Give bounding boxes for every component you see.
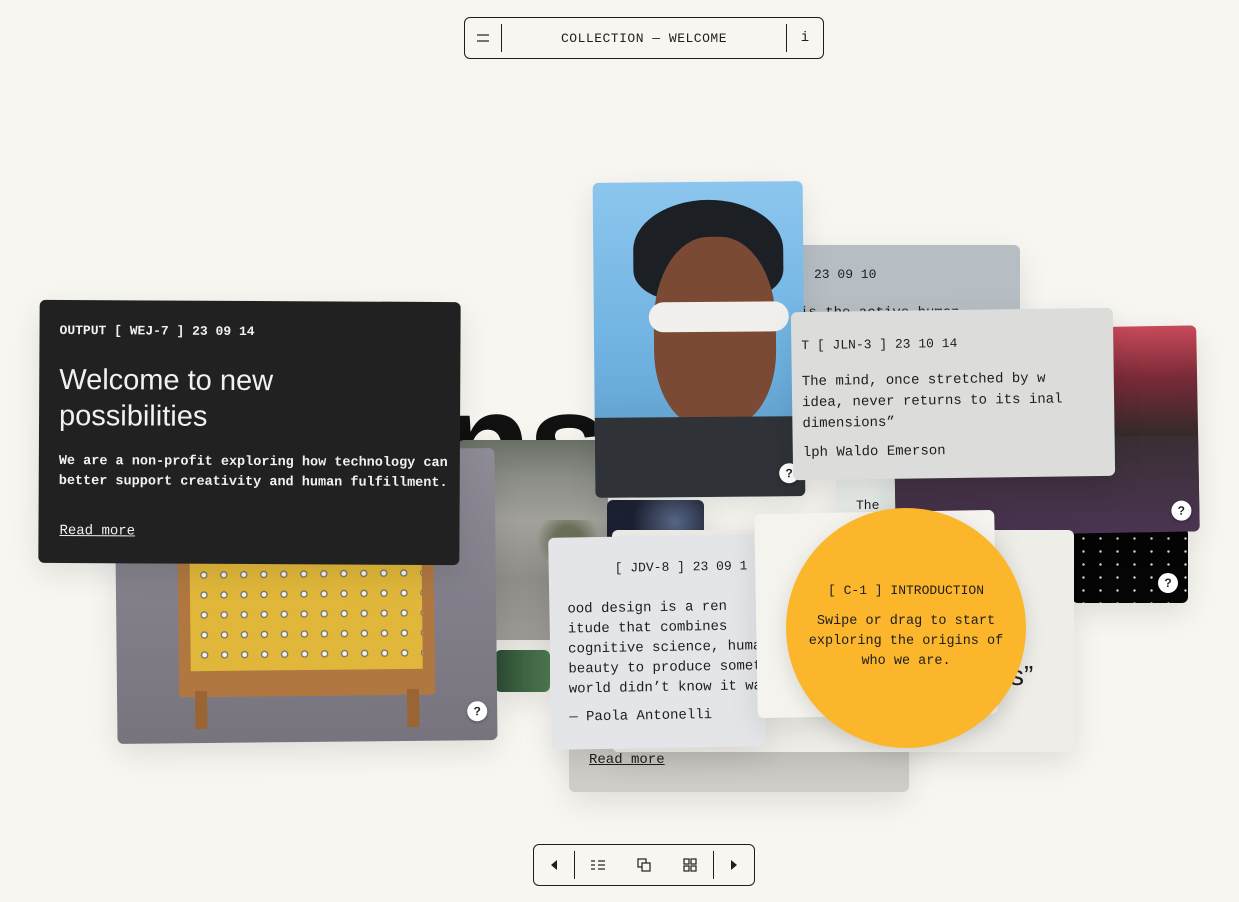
stack-view-button[interactable] <box>630 851 658 879</box>
card-body: We are a non-profit exploring how techno… <box>58 454 448 492</box>
cabinet-leg <box>194 691 208 730</box>
next-icon <box>731 860 737 870</box>
card-quote: The mind, once stretched by w idea, neve… <box>801 370 1063 433</box>
card-emerson-quote[interactable]: T [ JLN-3 ] 23 10 14 The mind, once stre… <box>790 307 1116 481</box>
prev-button[interactable] <box>534 851 574 879</box>
next-button[interactable] <box>714 851 754 879</box>
card-meta: T [ JLN-3 ] 23 10 14 <box>801 335 958 354</box>
cabinet-leg <box>406 688 420 727</box>
card-meta: [ JDV-8 ] 23 09 1 <box>614 558 748 576</box>
card-meta: OUTPUT [ WEJ-7 ] 23 09 14 <box>59 323 255 340</box>
card-heading: Welcome to new possibilities <box>58 364 274 433</box>
card-image-portrait[interactable]: ? <box>592 181 806 498</box>
card-image-green-strip[interactable] <box>495 650 550 692</box>
card-welcome[interactable]: OUTPUT [ WEJ-7 ] 23 09 14 Welcome to new… <box>38 299 461 566</box>
card-antonelli-quote[interactable]: [ JDV-8 ] 23 09 1 ood design is a ren it… <box>548 534 766 750</box>
portrait-jacket <box>594 416 806 498</box>
card-image-stars[interactable]: ? <box>1072 528 1188 603</box>
menu-icon <box>477 34 489 42</box>
help-icon[interactable]: ? <box>467 701 488 722</box>
page-title: COLLECTION — WELCOME <box>560 30 728 46</box>
card-meta: 23 09 10 <box>814 267 877 282</box>
portrait-goggles <box>648 301 789 333</box>
card-author: — Paola Antonelli <box>569 707 713 726</box>
list-view-button[interactable] <box>584 851 612 879</box>
help-icon[interactable]: ? <box>1158 573 1178 593</box>
grid-view-icon <box>683 858 697 872</box>
prev-icon <box>551 860 557 870</box>
stack-view-icon <box>637 858 651 872</box>
list-view-icon <box>591 860 605 870</box>
view-switcher <box>575 851 713 879</box>
intro-body: Swipe or drag to start exploring the ori… <box>808 614 1004 669</box>
intro-meta: [ C-1 ] INTRODUCTION <box>827 583 985 598</box>
bottom-nav <box>533 844 755 886</box>
top-bar: COLLECTION — WELCOME i <box>464 17 824 59</box>
read-more-link[interactable]: Read more <box>59 523 135 539</box>
read-more-link[interactable]: Read more <box>589 752 665 768</box>
intro-circle[interactable]: [ C-1 ] INTRODUCTION Swipe or drag to st… <box>786 508 1026 748</box>
grid-view-button[interactable] <box>676 851 704 879</box>
menu-button[interactable] <box>465 24 502 52</box>
info-button[interactable]: i <box>786 24 823 52</box>
card-quote: ood design is a ren itude that combines … <box>567 598 763 698</box>
info-icon: i <box>800 30 810 46</box>
card-author: lph Waldo Emerson <box>802 443 946 462</box>
